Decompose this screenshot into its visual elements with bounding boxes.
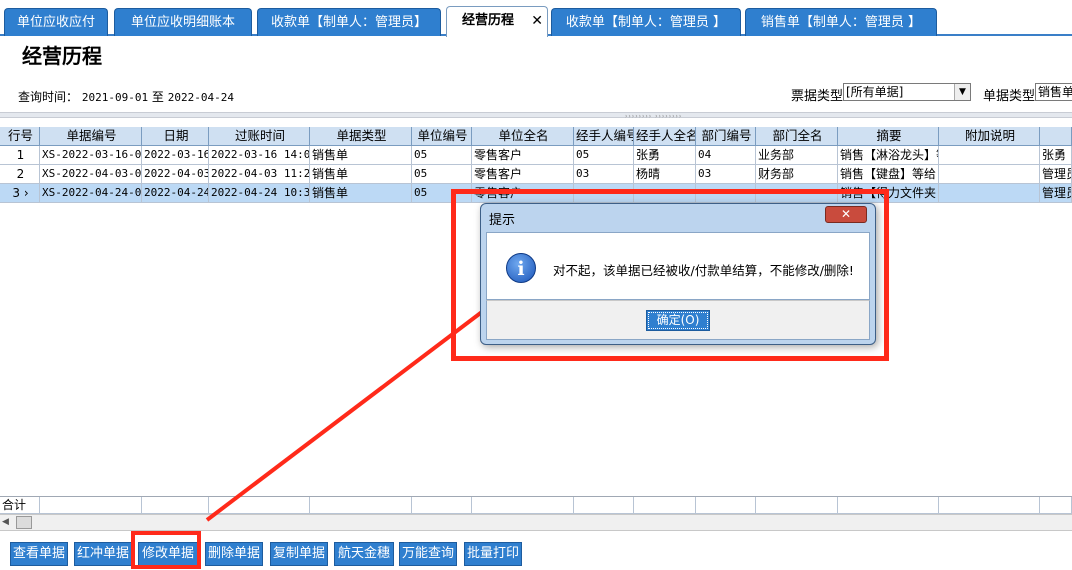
info-icon: i [506,253,536,283]
dialog-footer: 确定(O) [486,300,870,340]
close-icon[interactable]: ✕ [825,206,867,223]
dialog-title: 提示 [489,213,516,228]
dialog-message: 对不起，该单据已经被收/付款单结算，不能修改/删除! [553,263,854,278]
alert-dialog: 提示 ✕ i 对不起，该单据已经被收/付款单结算，不能修改/删除! 确定(O) [480,203,876,345]
ok-button[interactable]: 确定(O) [646,310,710,331]
dialog-body: i 对不起，该单据已经被收/付款单结算，不能修改/删除! [486,232,870,300]
